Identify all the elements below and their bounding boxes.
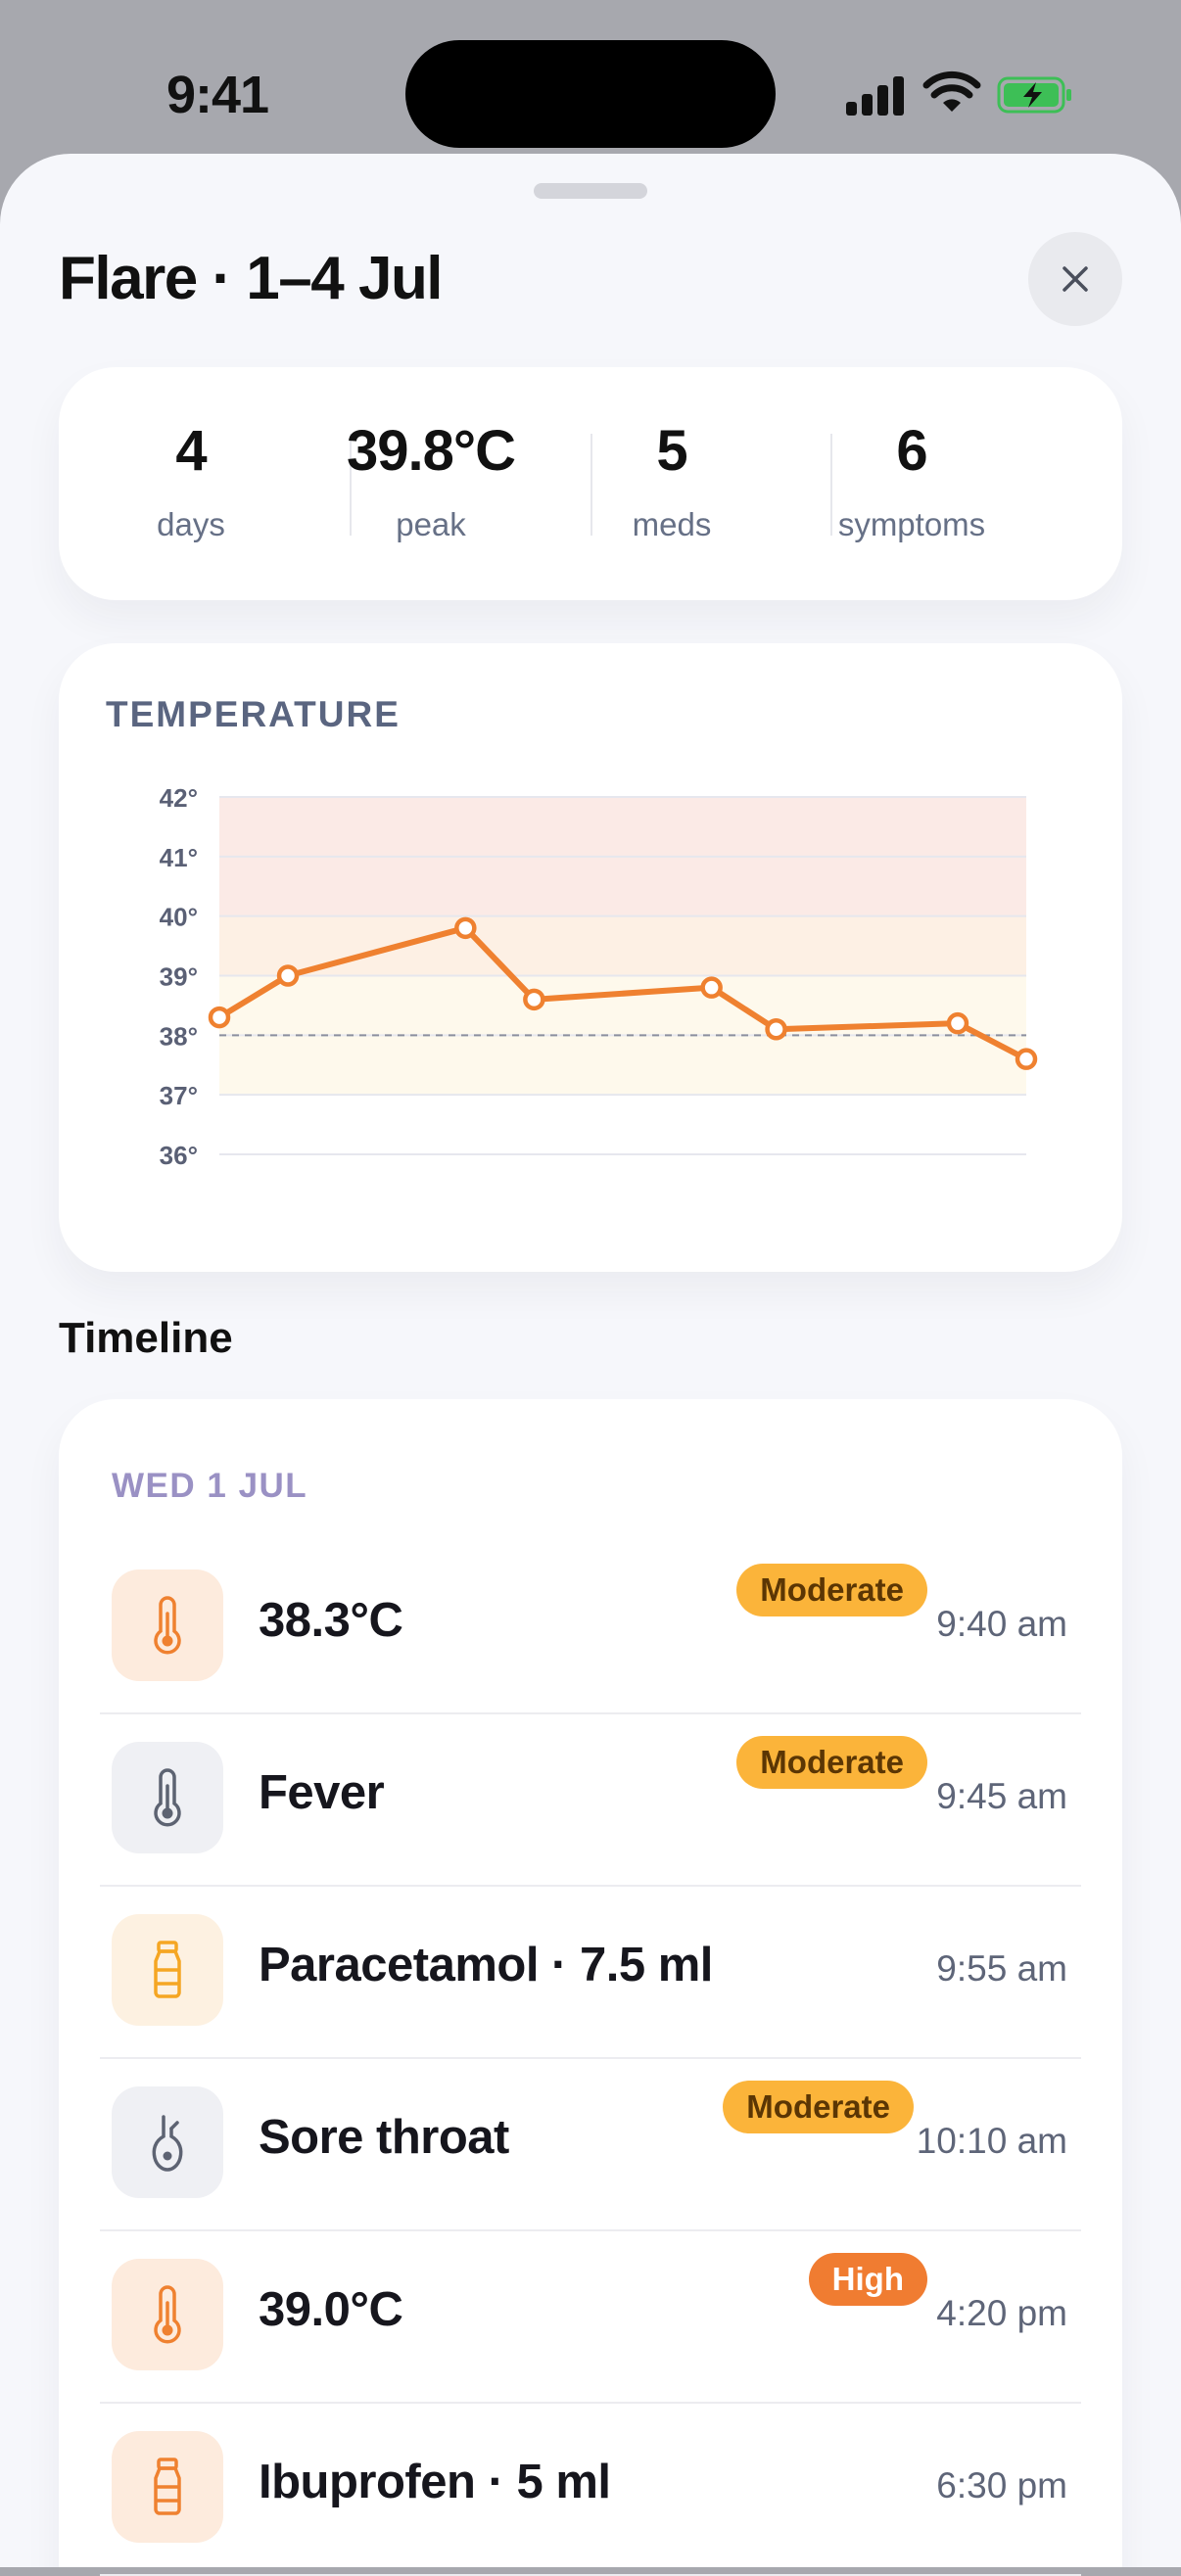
y-tick-label: 37° (160, 1081, 198, 1110)
stats-summary-card: 4 days 39.8°C peak 5 meds 6 symptoms (59, 367, 1122, 600)
y-tick-label: 38° (160, 1021, 198, 1051)
stat-label: peak (396, 506, 466, 542)
data-point (276, 964, 300, 987)
sheet-grabber[interactable] (534, 183, 647, 199)
stat-value: 6 (896, 419, 927, 483)
entry-title: Fever (259, 1766, 385, 1819)
timeline-entry[interactable]: 38.3°C Moderate 9:40 am (59, 1542, 1122, 1714)
entry-time: 9:55 am (936, 1948, 1067, 1989)
temperature-chart-card: TEMPERATURE 42° 41° 40° 39° 38° 37° 36° (59, 643, 1122, 1272)
data-point (700, 976, 723, 999)
timeline-title: Timeline (59, 1314, 233, 1362)
dynamic-island (405, 40, 776, 148)
entry-icon-tile (112, 1742, 223, 1853)
wifi-icon (922, 70, 981, 112)
y-tick-label: 39° (160, 962, 198, 992)
entry-title: Ibuprofen · 5 ml (259, 2456, 611, 2508)
timeline-entry[interactable]: Ibuprofen · 5 ml 6:30 pm (59, 2404, 1122, 2576)
entry-title: 38.3°C (259, 1594, 403, 1647)
stat-symptoms: 6 symptoms (791, 367, 1032, 600)
stat-label: days (157, 506, 225, 542)
severity-badge: Moderate (723, 2081, 914, 2133)
temperature-chart: 42° 41° 40° 39° 38° 37° 36° (160, 783, 1038, 1170)
stat-value: 4 (175, 419, 207, 483)
entry-time: 10:10 am (916, 2121, 1067, 2161)
band-mid (219, 915, 1026, 976)
stat-days: 4 days (71, 367, 311, 600)
cellular-signal-icon (846, 74, 905, 116)
data-point (523, 988, 545, 1011)
stat-value: 39.8°C (347, 419, 516, 483)
close-icon (1063, 266, 1088, 292)
severity-badge: High (808, 2253, 927, 2306)
entry-icon-tile (112, 1569, 223, 1681)
entry-time: 9:45 am (936, 1776, 1067, 1816)
timeline-entry[interactable]: Fever Moderate 9:45 am (59, 1714, 1122, 1887)
data-point (765, 1018, 787, 1041)
timeline-entry[interactable]: 39.0°C High 4:20 pm (59, 2231, 1122, 2404)
entry-title: 39.0°C (259, 2283, 403, 2336)
entry-icon-tile (112, 2086, 223, 2198)
status-bar: 9:41 (0, 0, 1181, 157)
stat-label: symptoms (837, 506, 986, 542)
sheet-title: Flare · 1–4 Jul (59, 245, 444, 312)
data-point (946, 1011, 969, 1035)
y-tick-label: 40° (160, 903, 198, 932)
y-tick-label: 41° (160, 843, 198, 872)
severity-badge: Moderate (736, 1564, 927, 1616)
data-point (1015, 1048, 1038, 1070)
entry-time: 9:40 am (936, 1604, 1067, 1644)
data-point (454, 916, 477, 940)
stat-value: 5 (656, 419, 687, 483)
entry-time: 6:30 pm (936, 2465, 1067, 2506)
timeline-entry[interactable]: Paracetamol · 7.5 ml 9:55 am (59, 1887, 1122, 2059)
battery-charging-icon (997, 76, 1071, 114)
severity-badge: Moderate (736, 1736, 927, 1789)
stat-peak: 39.8°C peak (310, 367, 551, 600)
close-button[interactable] (1028, 232, 1122, 326)
entry-icon-tile (112, 2259, 223, 2370)
entry-icon-tile (112, 2431, 223, 2543)
entry-title: Paracetamol · 7.5 ml (259, 1939, 713, 1991)
stat-label: meds (632, 506, 712, 542)
entry-icon-tile (112, 1914, 223, 2026)
timeline-entry[interactable]: Sore throat Moderate 10:10 am (59, 2059, 1122, 2231)
entry-title: Sore throat (259, 2111, 509, 2164)
y-tick-label: 42° (160, 783, 198, 813)
entry-time: 4:20 pm (936, 2293, 1067, 2333)
stat-meds: 5 meds (551, 367, 792, 600)
status-time: 9:41 (166, 66, 269, 124)
y-tick-label: 36° (160, 1141, 198, 1170)
data-point (208, 1006, 231, 1029)
